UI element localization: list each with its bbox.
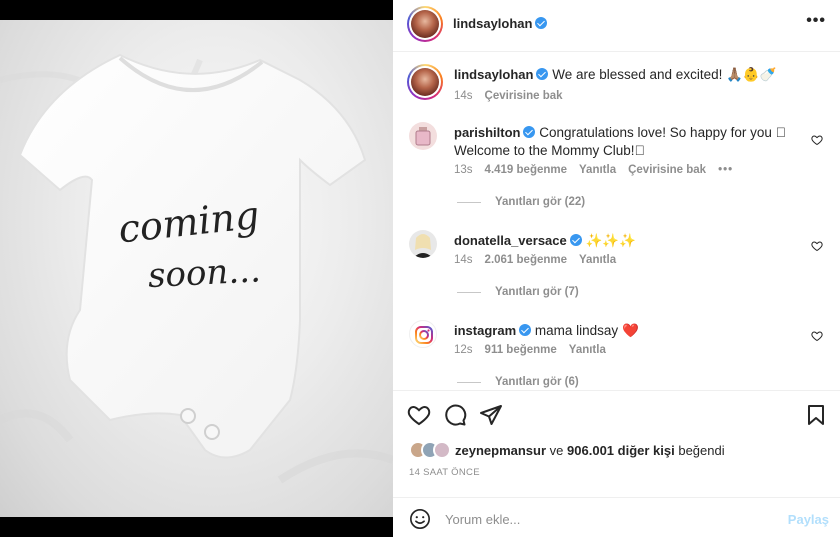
view-replies-label: Yanıtları gör (22) bbox=[495, 196, 586, 208]
comment-text: ✨✨✨ bbox=[585, 233, 636, 248]
comment-row: donatella_versace ✨✨✨ 14s 2.061 beğenme … bbox=[409, 230, 829, 330]
comment-time[interactable]: 13s bbox=[454, 164, 473, 176]
comment-likes[interactable]: 911 beğenme bbox=[485, 344, 557, 356]
caption-avatar[interactable] bbox=[407, 64, 443, 100]
comment-time[interactable]: 12s bbox=[454, 344, 473, 356]
post-header: lindsaylohan ••• bbox=[393, 0, 840, 52]
comment-reply-button[interactable]: Yanıtla bbox=[579, 254, 616, 266]
onesie-text-line2: soon... bbox=[147, 250, 262, 296]
author-avatar[interactable] bbox=[407, 6, 443, 42]
comment-like-heart-icon[interactable] bbox=[811, 240, 823, 252]
comments-list[interactable]: lindsaylohan We are blessed and excited!… bbox=[393, 52, 840, 390]
likes-connector: ve bbox=[549, 442, 564, 458]
author-username[interactable]: lindsaylohan bbox=[453, 16, 532, 31]
comment-translate-link[interactable]: Çevirisine bak bbox=[628, 164, 706, 176]
comment-username[interactable]: instagram bbox=[454, 323, 516, 338]
post-side-panel: lindsaylohan ••• lindsaylohan We are ble… bbox=[393, 0, 840, 537]
comment-bubble-icon[interactable] bbox=[443, 403, 467, 427]
post-media[interactable]: coming soon... bbox=[0, 0, 393, 537]
share-paper-plane-icon[interactable] bbox=[479, 403, 503, 427]
comment-row: parishilton Congratulations love! So hap… bbox=[409, 122, 829, 242]
comment-avatar[interactable] bbox=[409, 320, 437, 348]
comment-reply-button[interactable]: Yanıtla bbox=[579, 164, 616, 176]
comment-like-heart-icon[interactable] bbox=[811, 330, 823, 342]
save-bookmark-icon[interactable] bbox=[804, 403, 828, 427]
view-replies-label: Yanıtları gör (7) bbox=[495, 286, 579, 298]
view-replies-button[interactable]: Yanıtları gör (6) bbox=[457, 376, 579, 388]
comment-username[interactable]: donatella_versace bbox=[454, 233, 567, 248]
verified-badge-icon bbox=[536, 68, 549, 80]
liker-avatar[interactable] bbox=[433, 441, 451, 459]
comment-time[interactable]: 14s bbox=[454, 254, 473, 266]
post-photo[interactable]: coming soon... bbox=[0, 20, 393, 517]
post-timestamp[interactable]: 14 SAAT ÖNCE bbox=[409, 467, 480, 478]
verified-badge-icon bbox=[569, 234, 582, 246]
likes-summary: zeynepmansur ve 906.001 diğer kişi beğen… bbox=[409, 441, 725, 459]
comment-reply-button[interactable]: Yanıtla bbox=[569, 344, 606, 356]
comment-likes[interactable]: 2.061 beğenme bbox=[485, 254, 567, 266]
liker-username[interactable]: zeynepmansur bbox=[455, 443, 546, 458]
comment-likes[interactable]: 4.419 beğenme bbox=[485, 164, 567, 176]
comment-avatar[interactable] bbox=[409, 230, 437, 258]
view-replies-label: Yanıtları gör (6) bbox=[495, 376, 579, 388]
caption-row: lindsaylohan We are blessed and excited!… bbox=[407, 64, 829, 114]
caption-username[interactable]: lindsaylohan bbox=[454, 67, 533, 82]
perfume-bottle-icon bbox=[415, 127, 431, 146]
comment-more-icon[interactable]: ••• bbox=[718, 164, 733, 176]
comment-row: instagram mama lindsay ❤️ 12s 911 beğenm… bbox=[409, 320, 829, 390]
likes-suffix: beğendi bbox=[678, 442, 725, 458]
likes-count[interactable]: 906.001 diğer kişi bbox=[567, 443, 675, 458]
comment-input[interactable]: Yorum ekle... bbox=[445, 512, 520, 527]
view-replies-button[interactable]: Yanıtları gör (7) bbox=[457, 286, 579, 298]
view-replies-button[interactable]: Yanıtları gör (22) bbox=[457, 196, 585, 208]
verified-badge-icon bbox=[523, 126, 536, 138]
caption-text: We are blessed and excited! 🙏🏽👶🍼 bbox=[552, 67, 777, 82]
verified-badge-icon bbox=[519, 324, 532, 336]
verified-badge-icon bbox=[535, 17, 548, 29]
add-comment-bar: Yorum ekle... Paylaş bbox=[393, 497, 840, 537]
caption-time[interactable]: 14s bbox=[454, 90, 473, 102]
onesie-illustration: coming soon... bbox=[0, 53, 393, 484]
comment-like-heart-icon[interactable] bbox=[811, 134, 823, 146]
caption-translate-link[interactable]: Çevirisine bak bbox=[485, 90, 563, 102]
more-options-icon[interactable]: ••• bbox=[806, 12, 826, 30]
like-heart-icon[interactable] bbox=[407, 403, 431, 427]
comment-text: mama lindsay ❤️ bbox=[534, 323, 639, 338]
emoji-smiley-icon[interactable] bbox=[409, 508, 431, 530]
comment-username[interactable]: parishilton bbox=[454, 125, 520, 140]
instagram-logo-icon bbox=[415, 326, 433, 344]
comment-avatar[interactable] bbox=[409, 122, 437, 150]
post-comment-button[interactable]: Paylaş bbox=[788, 512, 829, 527]
person-avatar-icon bbox=[413, 234, 433, 258]
